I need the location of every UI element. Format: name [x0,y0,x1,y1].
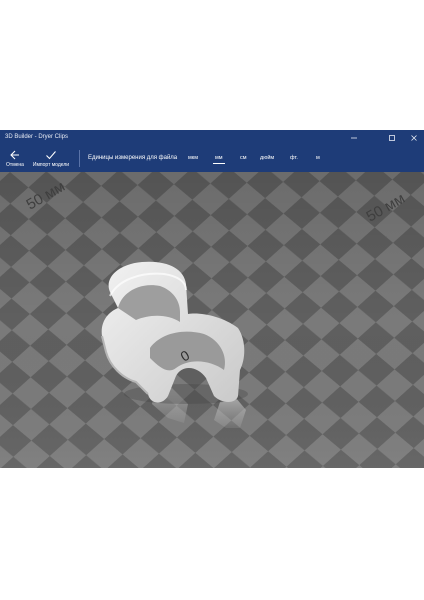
minimize-icon [351,137,357,138]
unit-option-inch[interactable]: дюйм [260,155,274,161]
import-model-button[interactable]: Импорт модели [30,145,72,172]
unit-option-meter[interactable]: м [316,155,320,161]
back-arrow-icon [10,150,19,160]
unit-option-centimeter[interactable]: см [240,155,247,161]
unit-option-millimeter[interactable]: мм [213,155,225,164]
import-model-label: Импорт модели [32,162,70,168]
window-title: 3D Builder - Dryer Clips [5,134,69,140]
close-button[interactable] [404,130,424,145]
app-window: 3D Builder - Dryer Clips Отмена Импорт м… [0,130,424,468]
3d-viewport[interactable]: 50 мм 50 мм 0 [0,172,424,468]
toolbar-separator [79,150,80,167]
cancel-button-label: Отмена [6,162,24,168]
minimize-button[interactable] [344,130,364,145]
close-icon [411,134,417,141]
unit-option-foot[interactable]: фт. [290,155,298,161]
units-label: Единицы измерения для файла [88,155,178,161]
maximize-button[interactable] [382,130,402,145]
toolbar: Отмена Импорт модели Единицы измерения д… [0,145,424,172]
scene-canvas[interactable]: 50 мм 50 мм 0 [0,172,424,468]
maximize-icon [389,134,395,141]
checkmark-icon [46,151,56,160]
cancel-button[interactable]: Отмена [3,145,27,172]
unit-option-micrometer[interactable]: мкм [188,155,198,161]
title-bar: 3D Builder - Dryer Clips [0,130,424,145]
